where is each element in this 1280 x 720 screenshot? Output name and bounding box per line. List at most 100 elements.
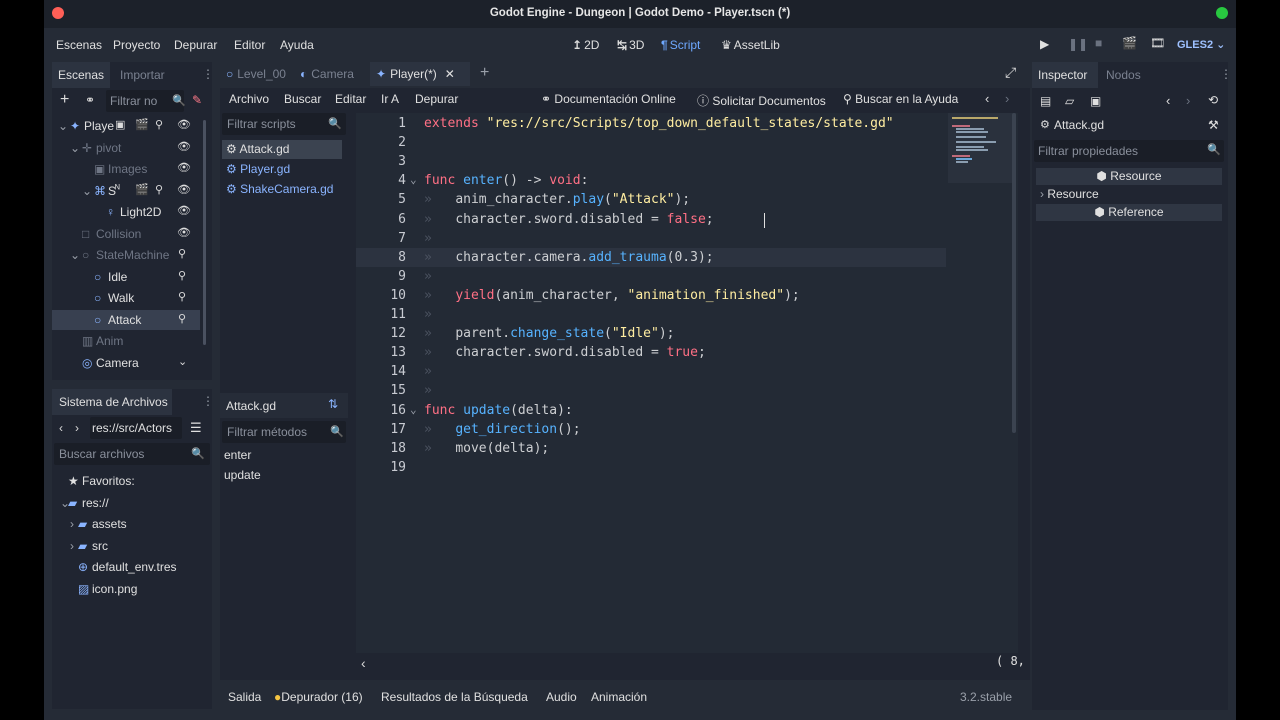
script-menu-editar[interactable]: Editar <box>335 92 366 106</box>
split-view-icon[interactable]: ☰ <box>190 420 202 436</box>
chevron-right-icon[interactable]: › <box>70 517 74 531</box>
chevron-down-icon[interactable]: ⌄ <box>70 248 80 262</box>
visibility-eye-icon[interactable]: 👁 <box>177 204 191 217</box>
dock-menu-icon[interactable]: ⋮ <box>202 394 214 408</box>
script-attached-icon[interactable]: ⚲ <box>178 269 186 282</box>
scene-tree-node[interactable]: □ Collision 👁 <box>52 224 200 244</box>
dock-menu-icon[interactable]: ⋮ <box>1220 67 1232 81</box>
visibility-eye-icon[interactable]: 👁 <box>177 161 191 174</box>
script-file-item[interactable]: ⚙ ShakeCamera.gd <box>222 180 342 199</box>
file-tree-item[interactable]: ⌄ ▰ res:// <box>52 493 208 513</box>
scene-tree-node[interactable]: ○ Idle ⚲ <box>52 267 200 287</box>
new-resource-icon[interactable]: ▤ <box>1040 94 1051 108</box>
scene-tree-scrollbar[interactable] <box>203 120 206 345</box>
back-icon[interactable]: ‹ <box>59 421 63 435</box>
file-search-input[interactable]: Buscar archivos <box>54 443 210 465</box>
minimap[interactable] <box>948 113 1016 183</box>
scene-tab[interactable]: ◐ Camera <box>294 62 366 86</box>
chevron-right-icon[interactable]: › <box>70 539 74 553</box>
request-docs-link[interactable]: ⓘ Solicitar Documentos <box>697 92 826 109</box>
file-tree-item[interactable]: ▨ icon.png <box>52 579 208 599</box>
history-forward-icon[interactable]: › <box>1186 93 1190 108</box>
chevron-down-icon[interactable]: ⌄ <box>82 184 92 198</box>
forward-icon[interactable]: › <box>75 421 79 435</box>
script-attached-icon[interactable]: ⚲ <box>178 290 186 303</box>
chevron-down-icon[interactable]: ⌄ <box>58 119 68 133</box>
play-custom-scene-icon[interactable]: 🎞 <box>1150 36 1165 50</box>
scene-tree-node[interactable]: ⌄ ○ StateMachine ⚲ <box>52 245 200 265</box>
toggle-scripts-panel-icon[interactable]: ‹ <box>361 655 366 671</box>
add-node-icon[interactable]: + <box>60 91 69 109</box>
code-editor[interactable]: 1 extends "res://src/Scripts/top_down_def… <box>356 113 1018 671</box>
chevron-down-icon[interactable]: ⌄ <box>70 141 80 155</box>
property-filter-input[interactable]: Filtrar propiedades <box>1034 140 1224 162</box>
script-menu-archivo[interactable]: Archivo <box>229 92 269 106</box>
path-field[interactable]: res://src/Actors <box>90 417 182 439</box>
tab-inspector[interactable]: Inspector <box>1032 62 1098 88</box>
renderer-selector[interactable]: GLES2 ⌄ <box>1177 38 1225 51</box>
object-properties-icon[interactable]: ⚒ <box>1208 118 1219 132</box>
file-tree-item[interactable]: ⊕ default_env.tres <box>52 557 208 577</box>
search-help-link[interactable]: ⚲ Buscar en la Ayuda <box>843 92 958 106</box>
script-attached-icon[interactable]: ⚲ <box>178 312 186 325</box>
method-filter-input[interactable]: Filtrar métodos <box>222 421 346 443</box>
scene-tree-node[interactable]: ⌄ ✛ pivot 👁 <box>52 138 200 158</box>
save-resource-icon[interactable]: ▣ <box>1090 94 1101 108</box>
script-attached-icon[interactable]: ⚲ <box>155 118 163 131</box>
stop-icon[interactable]: ■ <box>1095 36 1102 50</box>
file-tree-item[interactable]: ★ Favoritos: <box>52 471 208 491</box>
workspace-2d-button[interactable]: ↥ 2D <box>572 38 599 52</box>
signals-icon[interactable]: ᴺ <box>115 183 120 195</box>
history-back-icon[interactable]: ‹ <box>985 91 989 106</box>
script-file-item[interactable]: ⚙ Attack.gd <box>222 140 342 159</box>
script-menu-buscar[interactable]: Buscar <box>284 92 321 106</box>
script-menu-ir-a[interactable]: Ir A <box>381 92 399 106</box>
bottom-tab-resultados[interactable]: Resultados de la Búsqueda <box>381 690 528 704</box>
workspace-3d-button[interactable]: ↹ 3D <box>617 38 644 52</box>
bottom-tab-animacion[interactable]: Animación <box>591 690 647 704</box>
resource-section[interactable]: › Resource <box>1036 186 1222 204</box>
chevron-down-icon[interactable]: ⌄ <box>178 355 187 368</box>
scene-tree-node[interactable]: ⌄ ✦ Playe ▣ 🎬 ⚲ 👁 <box>52 116 200 136</box>
code-scrollbar[interactable] <box>1012 113 1016 433</box>
visibility-eye-icon[interactable]: 👁 <box>177 183 191 196</box>
script-file-item[interactable]: ⚙ Player.gd <box>222 160 342 179</box>
group-icon[interactable]: 🎬 <box>135 118 149 131</box>
play-icon[interactable]: ▶ <box>1040 37 1049 51</box>
scene-tree-node[interactable]: ○ Attack ⚲ <box>52 309 200 330</box>
distraction-free-icon[interactable]: ⤢ <box>1005 64 1016 81</box>
bottom-tab-depurador[interactable]: ●Depurador (16) <box>274 690 363 704</box>
method-item[interactable]: enter <box>224 448 251 462</box>
script-attached-icon[interactable]: ⚲ <box>155 183 163 196</box>
play-scene-icon[interactable]: 🎬 <box>1122 36 1137 50</box>
close-tab-icon[interactable]: ✕ <box>445 67 455 81</box>
visibility-eye-icon[interactable]: 👁 <box>177 140 191 153</box>
dock-menu-icon[interactable]: ⋮ <box>202 67 214 81</box>
file-tree-item[interactable]: › ▰ src <box>52 536 208 556</box>
workspace-assetlib-button[interactable]: ♛ AssetLib <box>721 38 780 52</box>
resource-category-header[interactable]: ⬢ Resource <box>1036 168 1222 185</box>
scene-tree-node[interactable]: ◎ Camera ⌄ <box>52 353 200 373</box>
scene-tree-node[interactable]: ▣ Images 👁 <box>52 159 200 179</box>
online-docs-link[interactable]: ⚭ Documentación Online <box>541 92 676 106</box>
scene-tab[interactable]: ✦ Player(*) ✕ <box>370 62 470 86</box>
instance-icon[interactable]: ▣ <box>115 118 125 131</box>
visibility-eye-icon[interactable]: 👁 <box>177 118 191 131</box>
menu-proyecto[interactable]: Proyecto <box>113 38 160 52</box>
maximize-window-button[interactable] <box>1216 7 1228 19</box>
menu-depurar[interactable]: Depurar <box>174 38 217 52</box>
tab-importar[interactable]: Importar <box>114 62 171 88</box>
link-icon[interactable]: ⚭ <box>85 93 95 107</box>
history-forward-icon[interactable]: › <box>1005 91 1009 106</box>
scene-tree-node[interactable]: ⌄ ⌘ Sᴺ 🎬 ⚲ 👁 <box>52 181 200 201</box>
menu-escenas[interactable]: Escenas <box>56 38 102 52</box>
tab-escenas[interactable]: Escenas <box>52 62 110 88</box>
group-icon[interactable]: 🎬 <box>135 183 149 196</box>
sort-icon[interactable]: ⇅ <box>328 397 338 411</box>
menu-ayuda[interactable]: Ayuda <box>280 38 314 52</box>
fold-chevron-icon[interactable]: ⌄ <box>410 173 417 186</box>
reference-category-header[interactable]: ⬢ Reference <box>1036 204 1222 221</box>
scene-tree-node[interactable]: ♀ Light2D 👁 <box>52 202 200 222</box>
bottom-tab-salida[interactable]: Salida <box>228 690 261 704</box>
menu-editor[interactable]: Editor <box>234 38 265 52</box>
